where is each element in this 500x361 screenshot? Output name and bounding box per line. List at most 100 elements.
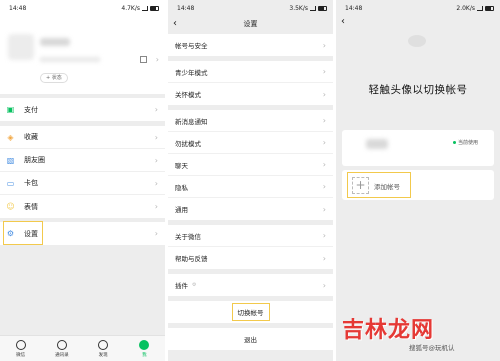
chevron-right-icon: › (322, 280, 326, 290)
signal-icon (477, 6, 483, 11)
chevron-right-icon: › (154, 178, 158, 188)
chevron-right-icon: › (322, 253, 326, 263)
chevron-right-icon: › (322, 116, 326, 125)
bottom-tab-bar: 微信 通讯录 发现 我 (0, 335, 165, 361)
add-account-button[interactable]: + 添加帐号 (347, 172, 411, 198)
card-wallet-icon: ▭ (6, 178, 15, 188)
wechat-id-blurred (40, 57, 100, 62)
chevron-right-icon: › (155, 55, 159, 64)
menu-group-pay: ▣ 支付 › (0, 98, 165, 121)
sticker-icon: ☺ (6, 202, 15, 211)
switch-account-button[interactable]: 切换帐号 (231, 303, 270, 321)
status-time: 14:48 (345, 5, 363, 12)
profile-header[interactable]: 14:48 4.7K/s › + 状态 (0, 0, 165, 94)
moments-icon: ▧ (6, 155, 15, 165)
chevron-right-icon: › (154, 155, 158, 165)
status-time: 14:48 (9, 5, 27, 12)
status-time: 14:48 (177, 5, 195, 12)
highlight-settings (3, 221, 43, 245)
me-icon (139, 340, 150, 350)
settings-group: 青少年模式 › 关怀模式 › (168, 61, 333, 105)
current-account-card[interactable]: 当前使用 (342, 130, 494, 166)
nickname-blurred (40, 38, 70, 46)
logout-button[interactable]: 退出 (168, 328, 333, 350)
settings-item-care-mode[interactable]: 关怀模式 › (168, 83, 333, 105)
chevron-right-icon: › (154, 202, 158, 211)
menu-item-label: 朋友圈 (24, 156, 45, 164)
switch-account-row: 切换帐号 (168, 301, 333, 323)
contacts-icon (56, 340, 67, 350)
screenshot-stage: 14:48 4.7K/s › + 状态 ▣ 支付 › ◈ 收藏 › ▧ 朋友圈 … (0, 0, 500, 361)
chevron-right-icon: › (154, 132, 158, 142)
settings-list: 帐号与安全 › 青少年模式 › 关怀模式 › 新消息通知 › 勿扰模式 › 聊天 › 隐私 ›… (168, 34, 333, 350)
settings-item-notifications[interactable]: 新消息通知 › (168, 110, 333, 132)
chevron-right-icon: › (322, 160, 326, 169)
settings-group: 帐号与安全 › (168, 34, 333, 56)
battery-icon (318, 6, 327, 11)
settings-item-general[interactable]: 通用 › (168, 198, 333, 220)
menu-item-cards[interactable]: ▭ 卡包 › (0, 172, 165, 195)
qr-code-icon[interactable] (140, 56, 147, 63)
settings-item-about[interactable]: 关于微信 › (168, 225, 333, 247)
tab-me[interactable]: 我 (124, 336, 165, 361)
settings-group: 关于微信 › 帮助与反馈 › (168, 225, 333, 269)
menu-item-pay[interactable]: ▣ 支付 › (0, 98, 165, 121)
chevron-right-icon: › (154, 105, 158, 114)
avatar[interactable] (366, 139, 388, 149)
chevron-right-icon: › (322, 138, 326, 147)
chevron-right-icon: › (322, 40, 326, 50)
menu-item-label: 表情 (24, 202, 38, 211)
network-speed: 4.7K/s (121, 5, 140, 12)
battery-icon (485, 6, 494, 11)
menu-item-label: 收藏 (24, 133, 38, 141)
signal-icon (142, 6, 148, 11)
tab-chats[interactable]: 微信 (0, 336, 41, 361)
back-arrow-icon[interactable]: ‹ (341, 16, 345, 27)
signal-icon (310, 6, 316, 11)
avatar[interactable] (8, 34, 34, 60)
tab-contacts[interactable]: 通讯录 (41, 336, 82, 361)
me-screen: 14:48 4.7K/s › + 状态 ▣ 支付 › ◈ 收藏 › ▧ 朋友圈 … (0, 0, 165, 361)
battery-icon (150, 6, 159, 11)
switch-account-screen: 14:48 2.0K/s ‹ 轻触头像以切换帐号 当前使用 + 添加帐号 (336, 0, 500, 361)
settings-item-chat[interactable]: 聊天 › (168, 154, 333, 176)
watermark-credit: 搜狐号@玩机认 (409, 344, 455, 352)
chevron-right-icon: › (154, 229, 158, 238)
status-bar: 14:48 4.7K/s (0, 0, 165, 16)
settings-screen: 14:48 3.5K/s ‹ 设置 帐号与安全 › 青少年模式 › 关怀模式 › 新消… (168, 0, 333, 361)
status-dot-icon (452, 141, 456, 144)
page-title: 设置 (243, 20, 258, 28)
chevron-right-icon: › (322, 67, 326, 76)
settings-item-plugins[interactable]: 插件 ⚙ › (168, 274, 333, 296)
plus-icon: + (352, 177, 369, 194)
add-account-label: 添加帐号 (374, 183, 400, 191)
chevron-right-icon: › (322, 182, 326, 191)
menu-item-stickers[interactable]: ☺ 表情 › (0, 195, 165, 218)
settings-item-account-security[interactable]: 帐号与安全 › (168, 34, 333, 56)
plugin-badge-icon: ⚙ (192, 282, 197, 288)
menu-item-favorites[interactable]: ◈ 收藏 › (0, 126, 165, 149)
chevron-right-icon: › (322, 204, 326, 214)
tab-discover[interactable]: 发现 (83, 336, 124, 361)
settings-item-dnd[interactable]: 勿扰模式 › (168, 132, 333, 154)
menu-item-moments[interactable]: ▧ 朋友圈 › (0, 149, 165, 172)
page-title: 轻触头像以切换帐号 (368, 84, 468, 96)
wechat-logo-icon (408, 35, 426, 47)
add-account-card: + 添加帐号 (342, 170, 494, 200)
menu-item-label: 支付 (24, 105, 38, 114)
chevron-right-icon: › (322, 231, 326, 240)
settings-item-teen-mode[interactable]: 青少年模式 › (168, 61, 333, 83)
settings-item-privacy[interactable]: 隐私 › (168, 176, 333, 198)
network-speed: 3.5K/s (289, 5, 308, 12)
menu-item-label: 卡包 (24, 179, 38, 187)
menu-group-main: ◈ 收藏 › ▧ 朋友圈 › ▭ 卡包 › ☺ 表情 › (0, 126, 165, 218)
discover-icon (98, 340, 109, 350)
status-bar: 14:48 3.5K/s (168, 0, 333, 16)
favorites-icon: ◈ (7, 132, 14, 142)
status-button[interactable]: + 状态 (40, 73, 68, 83)
chat-icon (15, 340, 26, 350)
watermark-brand: 吉林龙网 (342, 318, 435, 343)
settings-item-help[interactable]: 帮助与反馈 › (168, 247, 333, 269)
settings-group: 插件 ⚙ › (168, 274, 333, 296)
network-speed: 2.0K/s (456, 5, 475, 12)
